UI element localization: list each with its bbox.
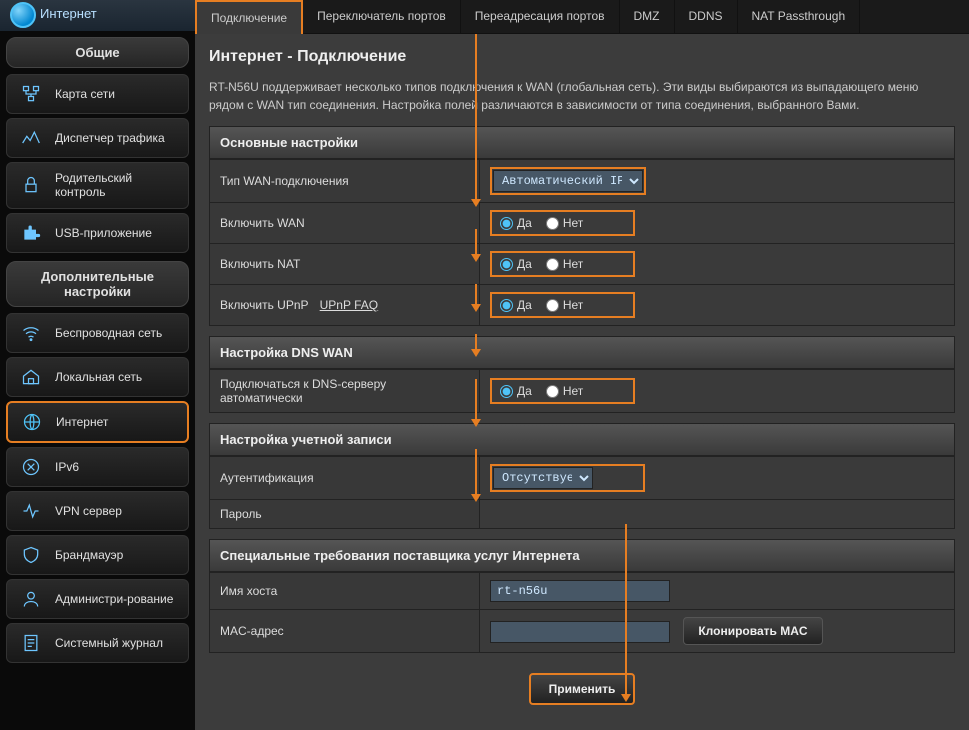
label-password: Пароль — [210, 500, 480, 529]
vpn-icon — [17, 500, 45, 522]
tab-nat-passthrough[interactable]: NAT Passthrough — [738, 0, 861, 33]
tab-port-forward[interactable]: Переадресация портов — [461, 0, 620, 33]
sidebar-item-internet[interactable]: Интернет — [6, 401, 189, 443]
puzzle-icon — [17, 222, 45, 244]
section-account: Настройка учетной записи — [209, 423, 955, 456]
sidebar-section-advanced: Дополнительные настройки — [6, 261, 189, 307]
sidebar-item-label: Брандмауэр — [55, 548, 123, 562]
label-enable-wan: Включить WAN — [210, 203, 480, 244]
label-enable-upnp: Включить UPnP UPnP FAQ — [210, 285, 480, 326]
sidebar-item-traffic-manager[interactable]: Диспетчер трафика — [6, 118, 189, 158]
sidebar-item-label: Интернет — [56, 415, 108, 429]
page-description: RT-N56U поддерживает несколько типов под… — [209, 78, 955, 114]
label-dns-auto: Подключаться к DNS-серверу автоматически — [210, 370, 480, 413]
sidebar-item-label: IPv6 — [55, 460, 79, 474]
clone-mac-button[interactable]: Клонировать MAC — [683, 617, 822, 645]
log-icon — [17, 632, 45, 654]
sidebar-item-label: Диспетчер трафика — [55, 131, 165, 145]
lan-icon — [17, 366, 45, 388]
sidebar-item-label: Родительский контроль — [55, 171, 178, 200]
sidebar-item-label: Беспроводная сеть — [55, 326, 162, 340]
sidebar-item-usb-app[interactable]: USB-приложение — [6, 213, 189, 253]
sidebar-item-label: VPN сервер — [55, 504, 122, 518]
sidebar-item-label: Локальная сеть — [55, 370, 142, 384]
wan-type-select[interactable]: Автоматический IP — [493, 170, 643, 192]
sidebar-item-label: Администри-рование — [55, 592, 173, 606]
enable-upnp-yes[interactable] — [500, 299, 513, 312]
enable-wan-yes[interactable] — [500, 217, 513, 230]
globe-icon — [18, 411, 46, 433]
wifi-icon — [17, 322, 45, 344]
enable-upnp-no[interactable] — [546, 299, 559, 312]
sidebar-item-parental-control[interactable]: Родительский контроль — [6, 162, 189, 209]
apply-button[interactable]: Применить — [529, 673, 636, 705]
auth-select[interactable]: Отсутствует — [493, 467, 593, 489]
shield-icon — [17, 544, 45, 566]
section-dns: Настройка DNS WAN — [209, 336, 955, 369]
label-mac: MAC-адрес — [210, 610, 480, 653]
sidebar-top-internet: Интернет — [0, 0, 195, 31]
sidebar: Интернет Общие Карта сети Диспетчер траф… — [0, 0, 195, 730]
hostname-input[interactable] — [490, 580, 670, 602]
admin-icon — [17, 588, 45, 610]
sidebar-item-label: Карта сети — [55, 87, 115, 101]
section-basic: Основные настройки — [209, 126, 955, 159]
label-auth: Аутентификация — [210, 457, 480, 500]
tab-connection[interactable]: Подключение — [195, 0, 303, 34]
section-isp: Специальные требования поставщика услуг … — [209, 539, 955, 572]
dns-auto-yes[interactable] — [500, 385, 513, 398]
label-enable-nat: Включить NAT — [210, 244, 480, 285]
label-wan-type: Тип WAN-подключения — [210, 160, 480, 203]
dns-auto-no[interactable] — [546, 385, 559, 398]
sidebar-item-label: Системный журнал — [55, 636, 163, 650]
enable-nat-no[interactable] — [546, 258, 559, 271]
sidebar-section-general: Общие — [6, 37, 189, 68]
sidebar-item-vpn[interactable]: VPN сервер — [6, 491, 189, 531]
tab-ddns[interactable]: DDNS — [675, 0, 738, 33]
upnp-faq-link[interactable]: UPnP FAQ — [320, 298, 378, 312]
traffic-icon — [17, 127, 45, 149]
lock-icon — [17, 174, 45, 196]
tab-dmz[interactable]: DMZ — [620, 0, 675, 33]
sidebar-item-label: USB-приложение — [55, 226, 152, 240]
mac-input[interactable] — [490, 621, 670, 643]
sidebar-item-lan[interactable]: Локальная сеть — [6, 357, 189, 397]
sidebar-item-syslog[interactable]: Системный журнал — [6, 623, 189, 663]
label-hostname: Имя хоста — [210, 573, 480, 610]
ipv6-icon — [17, 456, 45, 478]
enable-wan-no[interactable] — [546, 217, 559, 230]
network-map-icon — [17, 83, 45, 105]
tab-bar: Подключение Переключатель портов Переадр… — [195, 0, 969, 34]
sidebar-item-wireless[interactable]: Беспроводная сеть — [6, 313, 189, 353]
enable-nat-yes[interactable] — [500, 258, 513, 271]
sidebar-item-network-map[interactable]: Карта сети — [6, 74, 189, 114]
sidebar-item-firewall[interactable]: Брандмауэр — [6, 535, 189, 575]
page-title: Интернет - Подключение — [209, 48, 955, 66]
sidebar-item-ipv6[interactable]: IPv6 — [6, 447, 189, 487]
tab-port-trigger[interactable]: Переключатель портов — [303, 0, 461, 33]
sidebar-item-admin[interactable]: Администри-рование — [6, 579, 189, 619]
